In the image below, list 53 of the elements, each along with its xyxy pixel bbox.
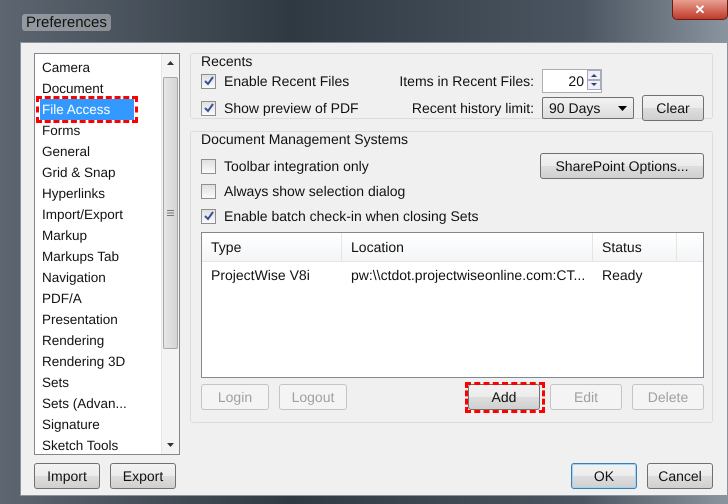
checkbox[interactable] xyxy=(201,74,216,88)
history-label: Recent history limit: xyxy=(412,100,534,116)
category-item[interactable]: PDF/A xyxy=(40,288,82,309)
category-item[interactable]: Sets (Advan... xyxy=(40,393,127,414)
category-item[interactable]: Grid & Snap xyxy=(40,162,116,183)
category-item[interactable]: Rendering 3D xyxy=(40,351,126,372)
column-header[interactable]: Location xyxy=(342,233,593,261)
window-title: Preferences xyxy=(22,14,111,31)
history-dropdown[interactable]: 90 Days xyxy=(542,97,634,119)
table-cell-text: ProjectWise V8i xyxy=(210,266,311,285)
category-item[interactable]: Signature xyxy=(40,414,100,435)
category-item[interactable]: Forms xyxy=(40,120,80,141)
scrollbar[interactable] xyxy=(161,54,179,454)
dialog-button[interactable]: Import xyxy=(34,463,100,489)
items-spinbox[interactable]: 20 xyxy=(542,69,602,93)
category-item[interactable]: Markups Tab xyxy=(40,246,120,267)
category-item[interactable]: Sketch Tools xyxy=(40,435,118,456)
dropdown-caret-icon xyxy=(618,106,627,110)
category-item[interactable]: General xyxy=(40,141,90,162)
dialog-button[interactable]: OK xyxy=(571,463,637,489)
table-cell-text: pw:\\ctdot.projectwiseonline.com:CT... xyxy=(350,266,586,285)
checkbox-label: Enable batch check-in when closing Sets xyxy=(224,208,478,224)
category-item[interactable]: Camera xyxy=(40,57,90,78)
checkbox-label: Show preview of PDF xyxy=(224,100,359,116)
checkbox-label: Enable Recent Files xyxy=(224,73,350,89)
group-title: Recents xyxy=(201,53,254,69)
dialog-button[interactable]: Cancel xyxy=(647,463,713,489)
column-header[interactable]: Status xyxy=(593,233,677,261)
clear-button[interactable]: Clear xyxy=(642,95,704,121)
category-item[interactable]: Sets xyxy=(40,372,70,393)
items-label: Items in Recent Files: xyxy=(399,73,534,89)
sharepoint-options-button[interactable]: SharePoint Options... xyxy=(540,153,704,179)
grip-icon xyxy=(167,210,174,216)
category-item[interactable]: Document xyxy=(40,78,104,99)
category-item[interactable]: Import/Export xyxy=(40,204,124,225)
group-title: Document Management Systems xyxy=(201,131,409,149)
checkbox[interactable] xyxy=(201,208,216,224)
checkbox[interactable] xyxy=(201,100,216,116)
dialog-button[interactable]: Export xyxy=(110,463,176,489)
checkbox-label: Toolbar integration only xyxy=(224,158,369,174)
table-cell-text: Ready xyxy=(601,266,644,285)
column-header[interactable]: Type xyxy=(202,233,342,261)
scroll-thumb[interactable] xyxy=(163,77,178,349)
category-item[interactable]: Hyperlinks xyxy=(40,183,106,204)
checkbox[interactable] xyxy=(201,158,216,174)
category-item[interactable]: Rendering xyxy=(40,330,104,351)
category-item[interactable]: Presentation xyxy=(40,309,118,330)
spin-down-icon[interactable] xyxy=(587,80,601,90)
category-item[interactable]: Markup xyxy=(40,225,88,246)
category-item[interactable]: Navigation xyxy=(40,267,106,288)
checkbox[interactable] xyxy=(201,184,216,198)
spin-up-icon[interactable] xyxy=(587,70,601,80)
checkbox-label: Always show selection dialog xyxy=(224,183,406,199)
